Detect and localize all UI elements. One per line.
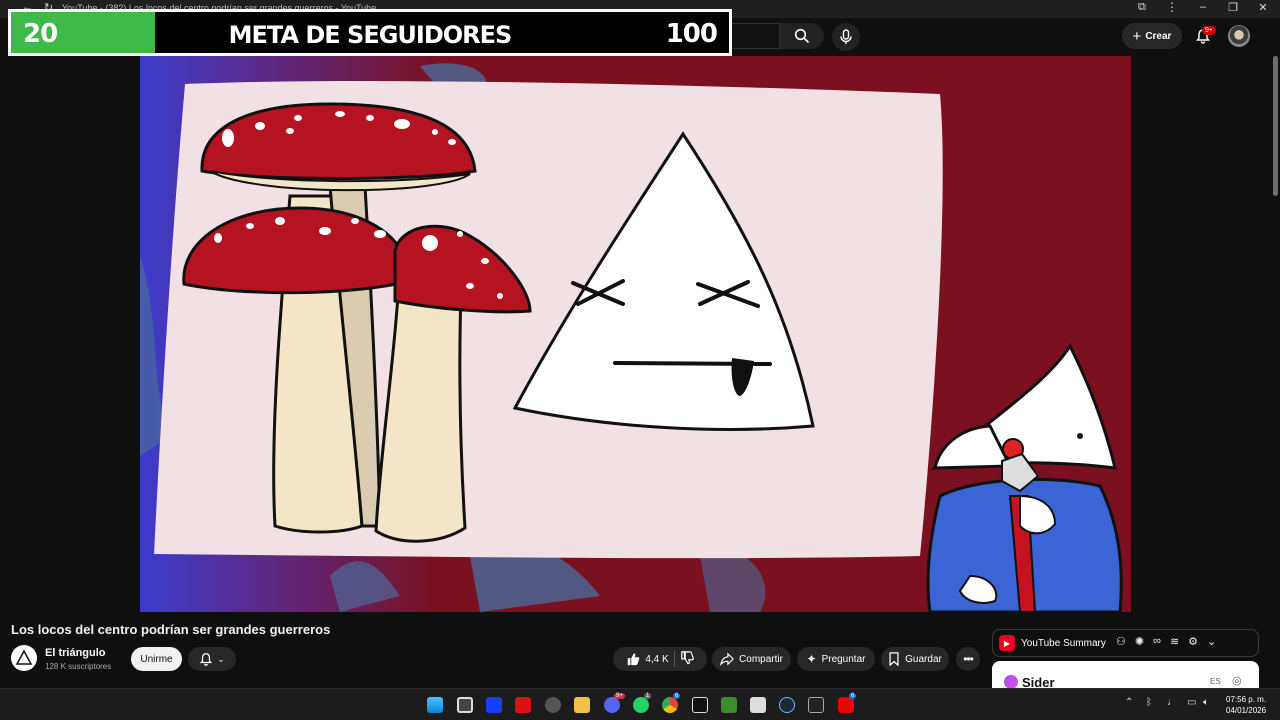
discord-badge: 9+ [614,693,625,699]
bookmark-icon [889,652,899,666]
channel-name[interactable]: El triángulo [45,647,106,659]
menu-icon[interactable]: ⋮ [1166,0,1178,14]
chevron-down-icon: ⌄ [217,653,225,664]
capcut-icon[interactable] [692,697,708,713]
ask-label: Preguntar [821,653,866,665]
subscription-bell-button[interactable]: ⌄ [188,647,236,671]
scrollbar-thumb[interactable] [1273,56,1278,196]
m-app-icon[interactable] [486,697,502,713]
clock[interactable]: 07:56 p. m. 04/01/2026 [1226,694,1266,716]
triangle-logo-icon [15,649,33,665]
create-label: Crear [1145,30,1172,42]
video-title: Los locos del centro podrían ser grandes… [11,622,331,637]
bell-icon [200,653,213,666]
goal-target-count: 100 [665,19,718,49]
audio-wave-icon[interactable]: ≋ [1170,635,1179,648]
goal-title: META DE SEGUIDORES [228,21,513,49]
network-icon[interactable]: ▭ [1187,697,1196,708]
ask-button[interactable]: ✦ Preguntar [797,647,875,671]
windows-start-icon[interactable] [427,697,443,713]
file-explorer-icon[interactable] [574,697,590,713]
steam-icon[interactable] [779,697,795,713]
youtube-app-icon[interactable] [838,697,854,713]
youtube-summary-icon: ▶ [999,635,1015,651]
chatgpt-icon[interactable]: ✺ [1135,635,1144,648]
channel-subscribers: 128 K suscriptores [45,662,112,671]
robot-icon[interactable]: ⚇ [1116,635,1126,648]
chrome-icon[interactable] [662,697,678,713]
search-icon [794,28,810,44]
thumbs-down-icon [680,650,694,664]
share-icon [720,652,734,666]
share-button[interactable]: Compartir [712,647,791,671]
mic-tray-icon[interactable]: ♩ [1167,697,1177,708]
channel-avatar[interactable] [11,645,37,671]
video-frame-illustration [140,56,1131,612]
like-dislike-group: 4,4 K [613,647,707,671]
discord-icon[interactable] [604,697,620,713]
youtube-app-badge: 6 [849,693,857,699]
gear-icon[interactable]: ⚙ [1188,635,1198,648]
youtube-summary-label: YouTube Summary [1021,637,1106,649]
summary-toolbar: ⚇ ✺ ∞ ≋ ⚙ ⌄ [1116,635,1216,648]
sider-language[interactable]: ES [1210,677,1221,686]
target-icon[interactable]: ◎ [1232,674,1242,687]
notifications-badge: 9+ [1202,26,1216,35]
create-button[interactable]: + Crear [1122,23,1182,49]
glasses-icon[interactable]: ∞ [1153,635,1161,648]
follower-goal-overlay: 20 META DE SEGUIDORES 100 [8,9,732,56]
join-button[interactable]: Unirme [131,647,182,671]
store-icon[interactable] [750,697,766,713]
like-button[interactable]: 4,4 K [626,652,669,666]
plus-icon: + [1132,27,1142,45]
sider-logo-icon [1004,675,1018,689]
thumbs-up-icon [628,653,640,666]
page-scrollbar[interactable] [1271,56,1280,688]
epic-games-icon[interactable] [808,697,824,713]
like-divider [673,651,675,667]
search-input[interactable] [730,23,780,49]
join-label: Unirme [140,653,173,665]
tray-chevron-icon[interactable]: ⌃ [1125,697,1133,708]
voice-search-button[interactable] [832,23,860,51]
like-count: 4,4 K [645,653,669,665]
whatsapp-icon[interactable] [633,697,649,713]
clock-time: 07:56 p. m. [1226,695,1267,704]
task-view-icon[interactable] [457,697,473,713]
restore-icon[interactable]: ❐ [1222,1,1244,14]
settings-app-icon[interactable] [545,697,561,713]
account-avatar[interactable] [1228,25,1250,47]
whatsapp-badge: 1 [644,693,652,699]
more-actions-button[interactable]: ••• [956,647,980,671]
clock-date: 04/01/2026 [1226,706,1267,715]
close-icon[interactable]: ✕ [1252,1,1274,14]
dislike-button[interactable] [680,650,694,668]
extensions-icon[interactable]: ⧉ [1138,1,1146,14]
mic-icon [840,29,852,44]
save-label: Guardar [905,653,942,665]
sparkle-icon: ✦ [806,652,817,666]
search-button[interactable] [780,23,824,49]
minimize-icon[interactable]: – [1192,1,1214,13]
save-button[interactable]: Guardar [881,647,949,671]
minecraft-icon[interactable] [721,697,737,713]
sider-panel[interactable]: Sider ES ◎ [992,661,1259,691]
bluetooth-icon[interactable]: ᛒ [1146,697,1152,708]
chrome-badge: 6 [673,693,681,699]
video-player[interactable] [140,56,1131,612]
share-label: Compartir [739,653,783,665]
amd-icon[interactable] [515,697,531,713]
windows-taskbar: 9+ 1 6 6 ⌃ ᛒ ♩ ▭ 🔈︎ 07:56 p. m. 04/01/20… [0,688,1280,720]
chevron-down-icon[interactable]: ⌄ [1207,635,1216,648]
volume-icon[interactable]: 🔈︎ [1203,697,1209,708]
more-icon: ••• [963,652,974,666]
